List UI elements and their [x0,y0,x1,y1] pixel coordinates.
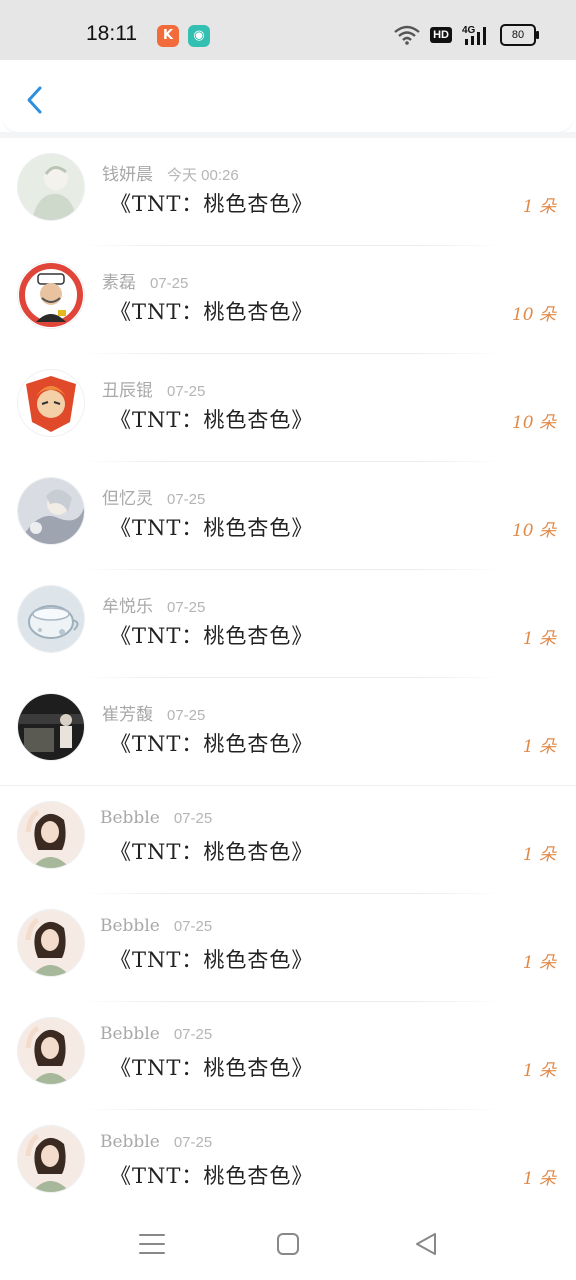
flower-count: 1 朵 [522,845,556,865]
status-time: 18:11 [86,22,137,45]
list-item[interactable]: 丑辰锟 07-25 《TNT：桃色杏色》 10 朵 [0,354,576,462]
avatar[interactable] [18,370,84,436]
home-button[interactable] [270,1226,306,1262]
flower-count: 1 朵 [522,197,556,217]
message-app-icon: ◉ [188,25,210,47]
avatar[interactable] [18,586,84,652]
sender-name: 牟悦乐 [102,597,153,617]
send-date: 07-25 [173,1026,213,1043]
avatar[interactable] [18,910,84,976]
flower-count: 1 朵 [522,737,556,757]
sender-name: 丑辰锟 [102,381,153,401]
send-date: 07-25 [173,1134,213,1151]
send-date: 今天 00:26 [167,167,239,184]
sender-name: Bebble [100,808,160,828]
recent-apps-button[interactable] [134,1226,170,1262]
book-title[interactable]: 《TNT：桃色杏色》 [110,1160,313,1190]
book-title[interactable]: 《TNT：桃色杏色》 [110,1052,313,1082]
send-date: 07-25 [167,383,206,400]
back-button[interactable] [20,82,50,118]
sender-name: 崔芳馥 [102,705,153,725]
send-date: 07-25 [173,810,213,827]
kuaishou-app-icon: K [157,25,179,47]
send-date: 07-25 [173,918,213,935]
book-title[interactable]: 《TNT：桃色杏色》 [110,296,313,326]
avatar[interactable] [18,1126,84,1192]
flower-count: 1 朵 [522,629,556,649]
back-triangle-icon [416,1233,436,1255]
book-title[interactable]: 《TNT：桃色杏色》 [110,728,313,758]
avatar[interactable] [18,1018,84,1084]
send-date: 07-25 [167,707,206,724]
gift-record-list: 钱妍晨 今天 00:26 《TNT：桃色杏色》 1 朵 素磊 07-25 《TNT：… [0,138,576,1218]
battery-indicator: 80 [500,24,539,46]
system-nav-bar [0,1208,576,1280]
list-item[interactable]: Bebble 07-25 《TNT：桃色杏色》 1 朵 [0,894,576,1002]
sender-name: 素磊 [102,273,136,293]
avatar[interactable] [18,802,84,868]
flower-count: 10 朵 [511,305,556,325]
avatar[interactable] [18,262,84,328]
network-label: 4G [462,25,476,36]
list-item[interactable]: 素磊 07-25 《TNT：桃色杏色》 10 朵 [0,246,576,354]
flower-count: 10 朵 [511,413,556,433]
sender-name: Bebble [100,1132,160,1152]
avatar[interactable] [18,154,84,220]
flower-count: 10 朵 [511,521,556,541]
system-back-button[interactable] [408,1226,444,1262]
list-item[interactable]: 钱妍晨 今天 00:26 《TNT：桃色杏色》 1 朵 [0,138,576,246]
send-date: 07-25 [150,275,189,292]
list-item[interactable]: 牟悦乐 07-25 《TNT：桃色杏色》 1 朵 [0,570,576,678]
list-item[interactable]: 崔芳馥 07-25 《TNT：桃色杏色》 1 朵 [0,678,576,786]
wifi-icon [394,25,420,45]
top-app-bar [2,60,574,132]
chevron-left-icon [27,86,42,114]
book-title[interactable]: 《TNT：桃色杏色》 [110,404,313,434]
flower-count: 1 朵 [522,1061,556,1081]
hd-badge: HD [430,27,452,43]
send-date: 07-25 [167,599,206,616]
flower-count: 1 朵 [522,1169,556,1189]
list-item[interactable]: 但忆灵 07-25 《TNT：桃色杏色》 10 朵 [0,462,576,570]
sender-name: Bebble [100,1024,160,1044]
sender-name: 但忆灵 [102,489,153,509]
book-title[interactable]: 《TNT：桃色杏色》 [110,620,313,650]
sender-name: 钱妍晨 [102,165,153,185]
menu-icon [139,1234,165,1254]
list-item[interactable]: Bebble 07-25 《TNT：桃色杏色》 1 朵 [0,1002,576,1110]
book-title[interactable]: 《TNT：桃色杏色》 [110,944,313,974]
status-bar: 18:11 K ◉ HD 4G 80 [0,0,576,60]
status-icons: HD 4G 80 [394,24,539,46]
book-title[interactable]: 《TNT：桃色杏色》 [110,836,313,866]
book-title[interactable]: 《TNT：桃色杏色》 [110,188,313,218]
flower-count: 1 朵 [522,953,556,973]
signal-icon: 4G [462,24,490,46]
avatar[interactable] [18,478,84,544]
sender-name: Bebble [100,916,160,936]
avatar[interactable] [18,694,84,760]
list-item[interactable]: Bebble 07-25 《TNT：桃色杏色》 1 朵 [0,786,576,894]
home-square-icon [277,1233,299,1255]
list-item[interactable]: Bebble 07-25 《TNT：桃色杏色》 1 朵 [0,1110,576,1218]
book-title[interactable]: 《TNT：桃色杏色》 [110,512,313,542]
send-date: 07-25 [167,491,206,508]
